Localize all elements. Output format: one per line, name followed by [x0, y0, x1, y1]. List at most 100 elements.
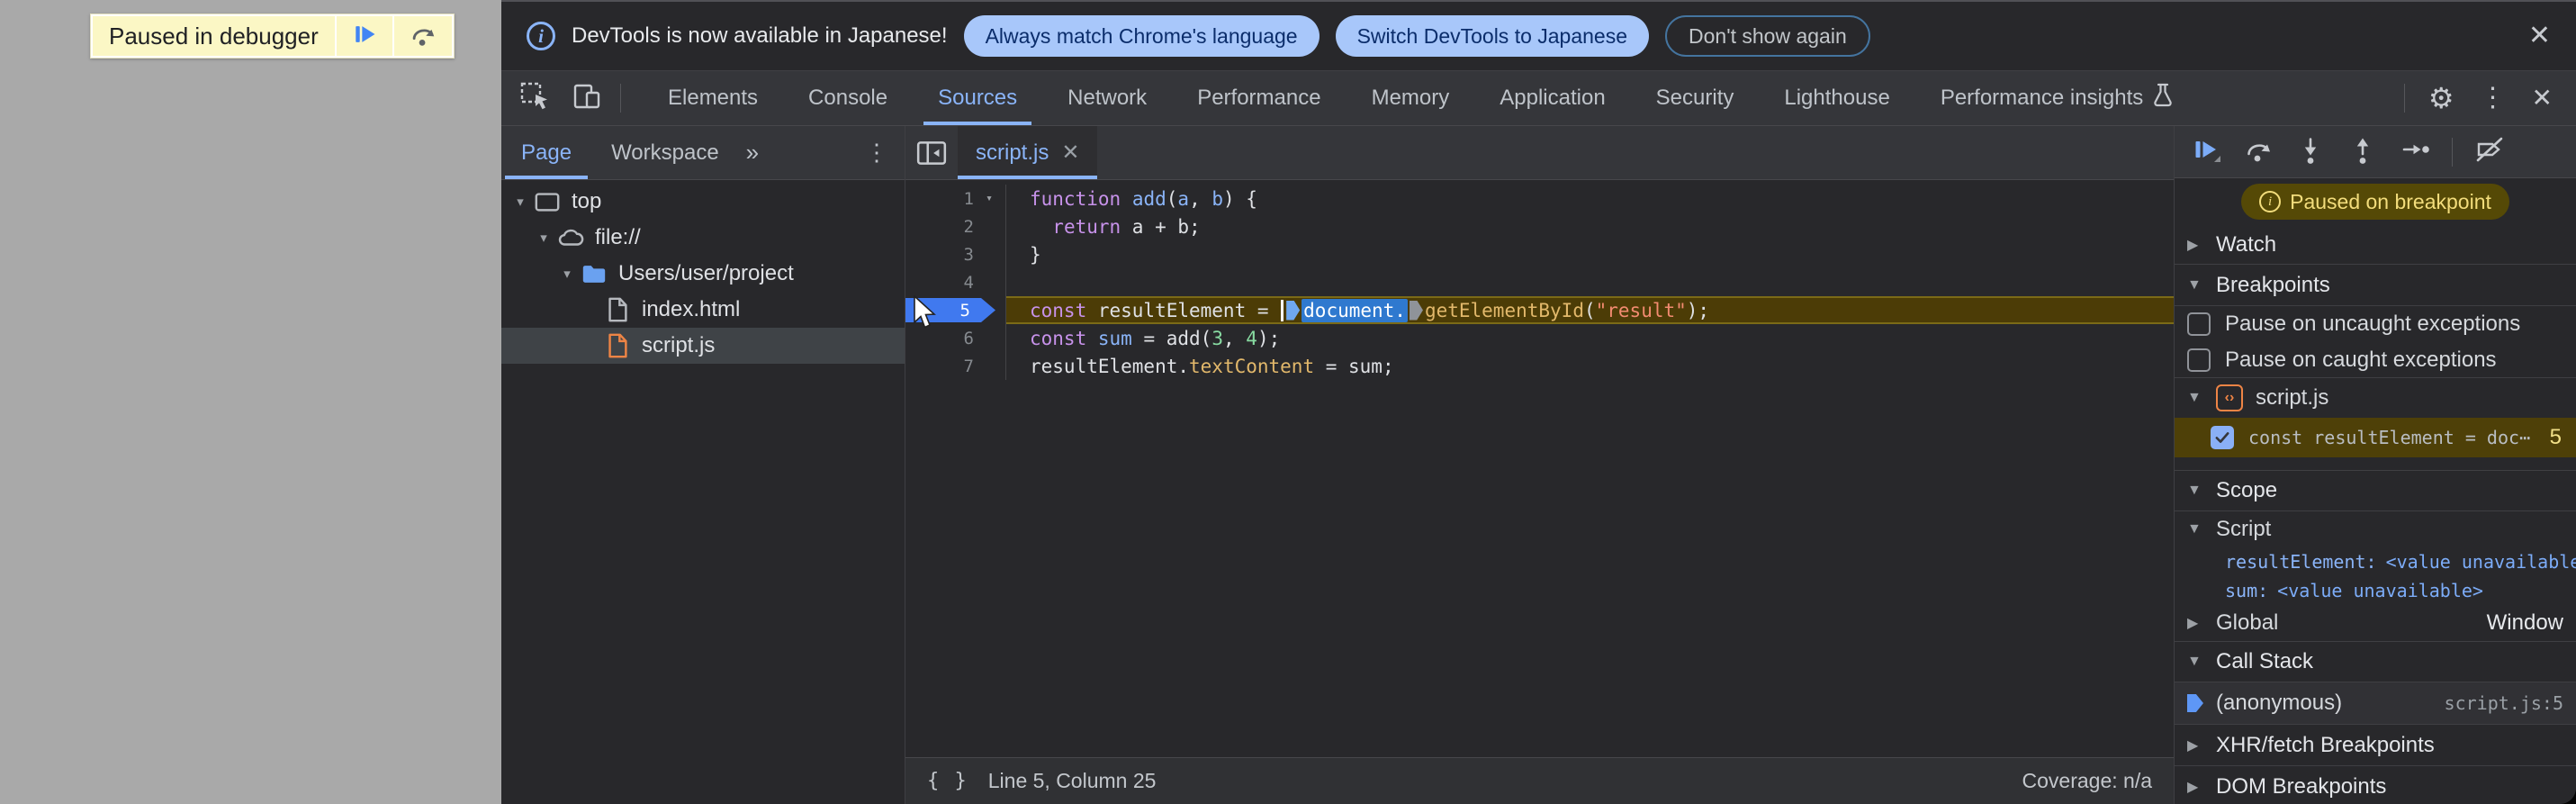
tab-sources[interactable]: Sources	[913, 71, 1042, 125]
gutter-line-4[interactable]: 4	[905, 268, 1006, 296]
toggle-navigator-icon[interactable]	[905, 126, 958, 179]
section-scope[interactable]: ▼ Scope	[2175, 470, 2576, 511]
checkbox-unchecked[interactable]	[2187, 312, 2211, 336]
deactivate-breakpoints-icon[interactable]	[2474, 134, 2505, 169]
tree-item-top[interactable]: ▾ top	[501, 184, 905, 220]
code-line-2[interactable]: 2 return a + b;	[905, 212, 2174, 240]
tab-console[interactable]: Console	[783, 71, 913, 125]
tab-memory[interactable]: Memory	[1347, 71, 1475, 125]
checkbox-unchecked[interactable]	[2187, 348, 2211, 372]
scope-var-row[interactable]: sum: <value unavailable>	[2175, 576, 2576, 605]
section-call-stack[interactable]: ▼ Call Stack	[2175, 641, 2576, 682]
code-line-5[interactable]: 5 const resultElement = document. getEleme…	[905, 296, 2174, 324]
banner-resume-button[interactable]	[336, 16, 392, 56]
dont-show-again-button[interactable]: Don't show again	[1665, 15, 1870, 57]
tree-item-file-[interactable]: ▾ file://	[501, 220, 905, 256]
code-line-4[interactable]: 4	[905, 268, 2174, 296]
tab-page[interactable]: Page	[501, 126, 591, 179]
pause-uncaught-row[interactable]: Pause on uncaught exceptions	[2175, 306, 2576, 342]
more-options-kebab-icon[interactable]: ⋮	[2480, 85, 2507, 112]
chevron-right-icon: ▶	[2187, 737, 2199, 754]
pause-uncaught-label: Pause on uncaught exceptions	[2225, 312, 2521, 336]
switch-to-japanese-button[interactable]: Switch DevTools to Japanese	[1335, 15, 1650, 57]
pause-caught-row[interactable]: Pause on caught exceptions	[2175, 342, 2576, 378]
paused-banner-label-seg: Paused in debugger	[93, 16, 335, 56]
code-token: const	[1030, 327, 1087, 349]
tab-workspace[interactable]: Workspace	[591, 126, 739, 179]
scope-script-section[interactable]: ▼ Script	[2175, 511, 2576, 547]
page-background: Paused in debugger	[0, 0, 501, 804]
section-dom-breakpoints[interactable]: ▶ DOM Breakpoints	[2175, 765, 2576, 804]
chevron-down-icon: ▼	[2187, 483, 2202, 498]
chevron-down-icon[interactable]: ▾	[509, 194, 532, 210]
code-token: function	[1030, 187, 1121, 210]
step-icon[interactable]	[2400, 134, 2430, 169]
settings-gear-icon[interactable]: ⚙	[2428, 84, 2454, 113]
code-line-1[interactable]: 1 ▾ function add(a, b) {	[905, 185, 2174, 212]
gutter-line-7[interactable]: 7	[905, 352, 1006, 380]
line-number[interactable]: 7	[905, 357, 974, 376]
step-over-icon[interactable]	[2243, 134, 2274, 169]
section-watch[interactable]: ▶ Watch	[2175, 225, 2576, 265]
code-token: ) {	[1223, 187, 1257, 210]
inspect-element-icon[interactable]	[519, 81, 550, 116]
step-out-icon[interactable]	[2347, 134, 2378, 169]
gutter-line-3[interactable]: 3	[905, 240, 1006, 268]
coverage-text: Coverage: n/a	[2022, 769, 2152, 792]
breakpoint-entry-row[interactable]: const resultElement = doc⋯ 5	[2175, 418, 2576, 457]
devtools-close-icon[interactable]: ✕	[2532, 86, 2553, 111]
checkbox-checked[interactable]	[2211, 426, 2234, 449]
code-line-6[interactable]: 6 const sum = add(3, 4);	[905, 324, 2174, 352]
step-into-icon[interactable]	[2295, 134, 2326, 169]
breakpoint-file-group[interactable]: ▼ ‹› script.js	[2175, 378, 2576, 418]
tree-item-script-js[interactable]: script.js	[501, 328, 905, 364]
scope-global-section[interactable]: ▶ Global Window	[2175, 605, 2576, 641]
call-stack-title: Call Stack	[2216, 649, 2314, 673]
tab-application[interactable]: Application	[1474, 71, 1630, 125]
call-stack-frame-row[interactable]: (anonymous) script.js:5	[2175, 682, 2576, 724]
tab-performance-insights[interactable]: Performance insights	[1915, 71, 2199, 125]
tab-network[interactable]: Network	[1042, 71, 1172, 125]
chevron-down-icon[interactable]: ▾	[532, 230, 555, 246]
pause-caught-label: Pause on caught exceptions	[2225, 347, 2497, 372]
code-line-3[interactable]: 3}	[905, 240, 2174, 268]
gutter-line-1[interactable]: 1 ▾	[905, 185, 1006, 212]
file-tab-scriptjs[interactable]: script.js ✕	[958, 126, 1098, 179]
fold-marker-icon[interactable]: ▾	[974, 192, 1004, 205]
tab-elements[interactable]: Elements	[643, 71, 783, 125]
infobar-close-icon[interactable]: ✕	[2528, 23, 2551, 50]
tree-item-Users-user-project[interactable]: ▾ Users/user/project	[501, 256, 905, 292]
resume-script-icon[interactable]	[2191, 134, 2221, 169]
navigator-menu-icon[interactable]: ⋮	[849, 126, 905, 179]
code-token: );	[1256, 327, 1281, 349]
code-editor[interactable]: 1 ▾ function add(a, b) {2 return a + b; 3} 4…	[905, 180, 2174, 757]
always-match-language-button[interactable]: Always match Chrome's language	[963, 15, 1320, 57]
debugger-toolbar	[2175, 126, 2576, 178]
chevron-down-icon: ▼	[2187, 654, 2202, 669]
banner-step-over-button[interactable]	[393, 16, 452, 56]
tab-lighthouse[interactable]: Lighthouse	[1759, 71, 1914, 125]
tree-item-index-html[interactable]: index.html	[501, 292, 905, 328]
gutter-line-2[interactable]: 2	[905, 212, 1006, 240]
line-number[interactable]: 1	[905, 189, 974, 209]
more-tabs-icon[interactable]: »	[739, 126, 766, 179]
pretty-print-icon[interactable]: { }	[927, 770, 968, 792]
scope-global-value: Window	[2486, 610, 2563, 635]
tab-performance[interactable]: Performance	[1172, 71, 1346, 125]
line-number[interactable]: 2	[905, 217, 974, 237]
file-html-icon	[602, 296, 633, 323]
scope-var-row[interactable]: resultElement: <value unavailable>	[2175, 547, 2576, 576]
section-breakpoints[interactable]: ▼ Breakpoints	[2175, 265, 2576, 306]
device-toolbar-icon[interactable]	[572, 81, 602, 116]
chevron-right-icon: ▶	[2187, 237, 2199, 253]
file-tab-close-icon[interactable]: ✕	[1061, 140, 1079, 166]
section-xhr-breakpoints[interactable]: ▶ XHR/fetch Breakpoints	[2175, 724, 2576, 765]
breakpoint-line-number: 5	[2549, 425, 2562, 449]
tab-security[interactable]: Security	[1631, 71, 1760, 125]
chevron-down-icon[interactable]: ▾	[555, 266, 579, 282]
line-number[interactable]: 4	[905, 273, 974, 293]
line-number[interactable]: 3	[905, 245, 974, 265]
code-line-7[interactable]: 7 resultElement. textContent = sum;	[905, 352, 2174, 380]
tab-label: Elements	[668, 86, 759, 110]
